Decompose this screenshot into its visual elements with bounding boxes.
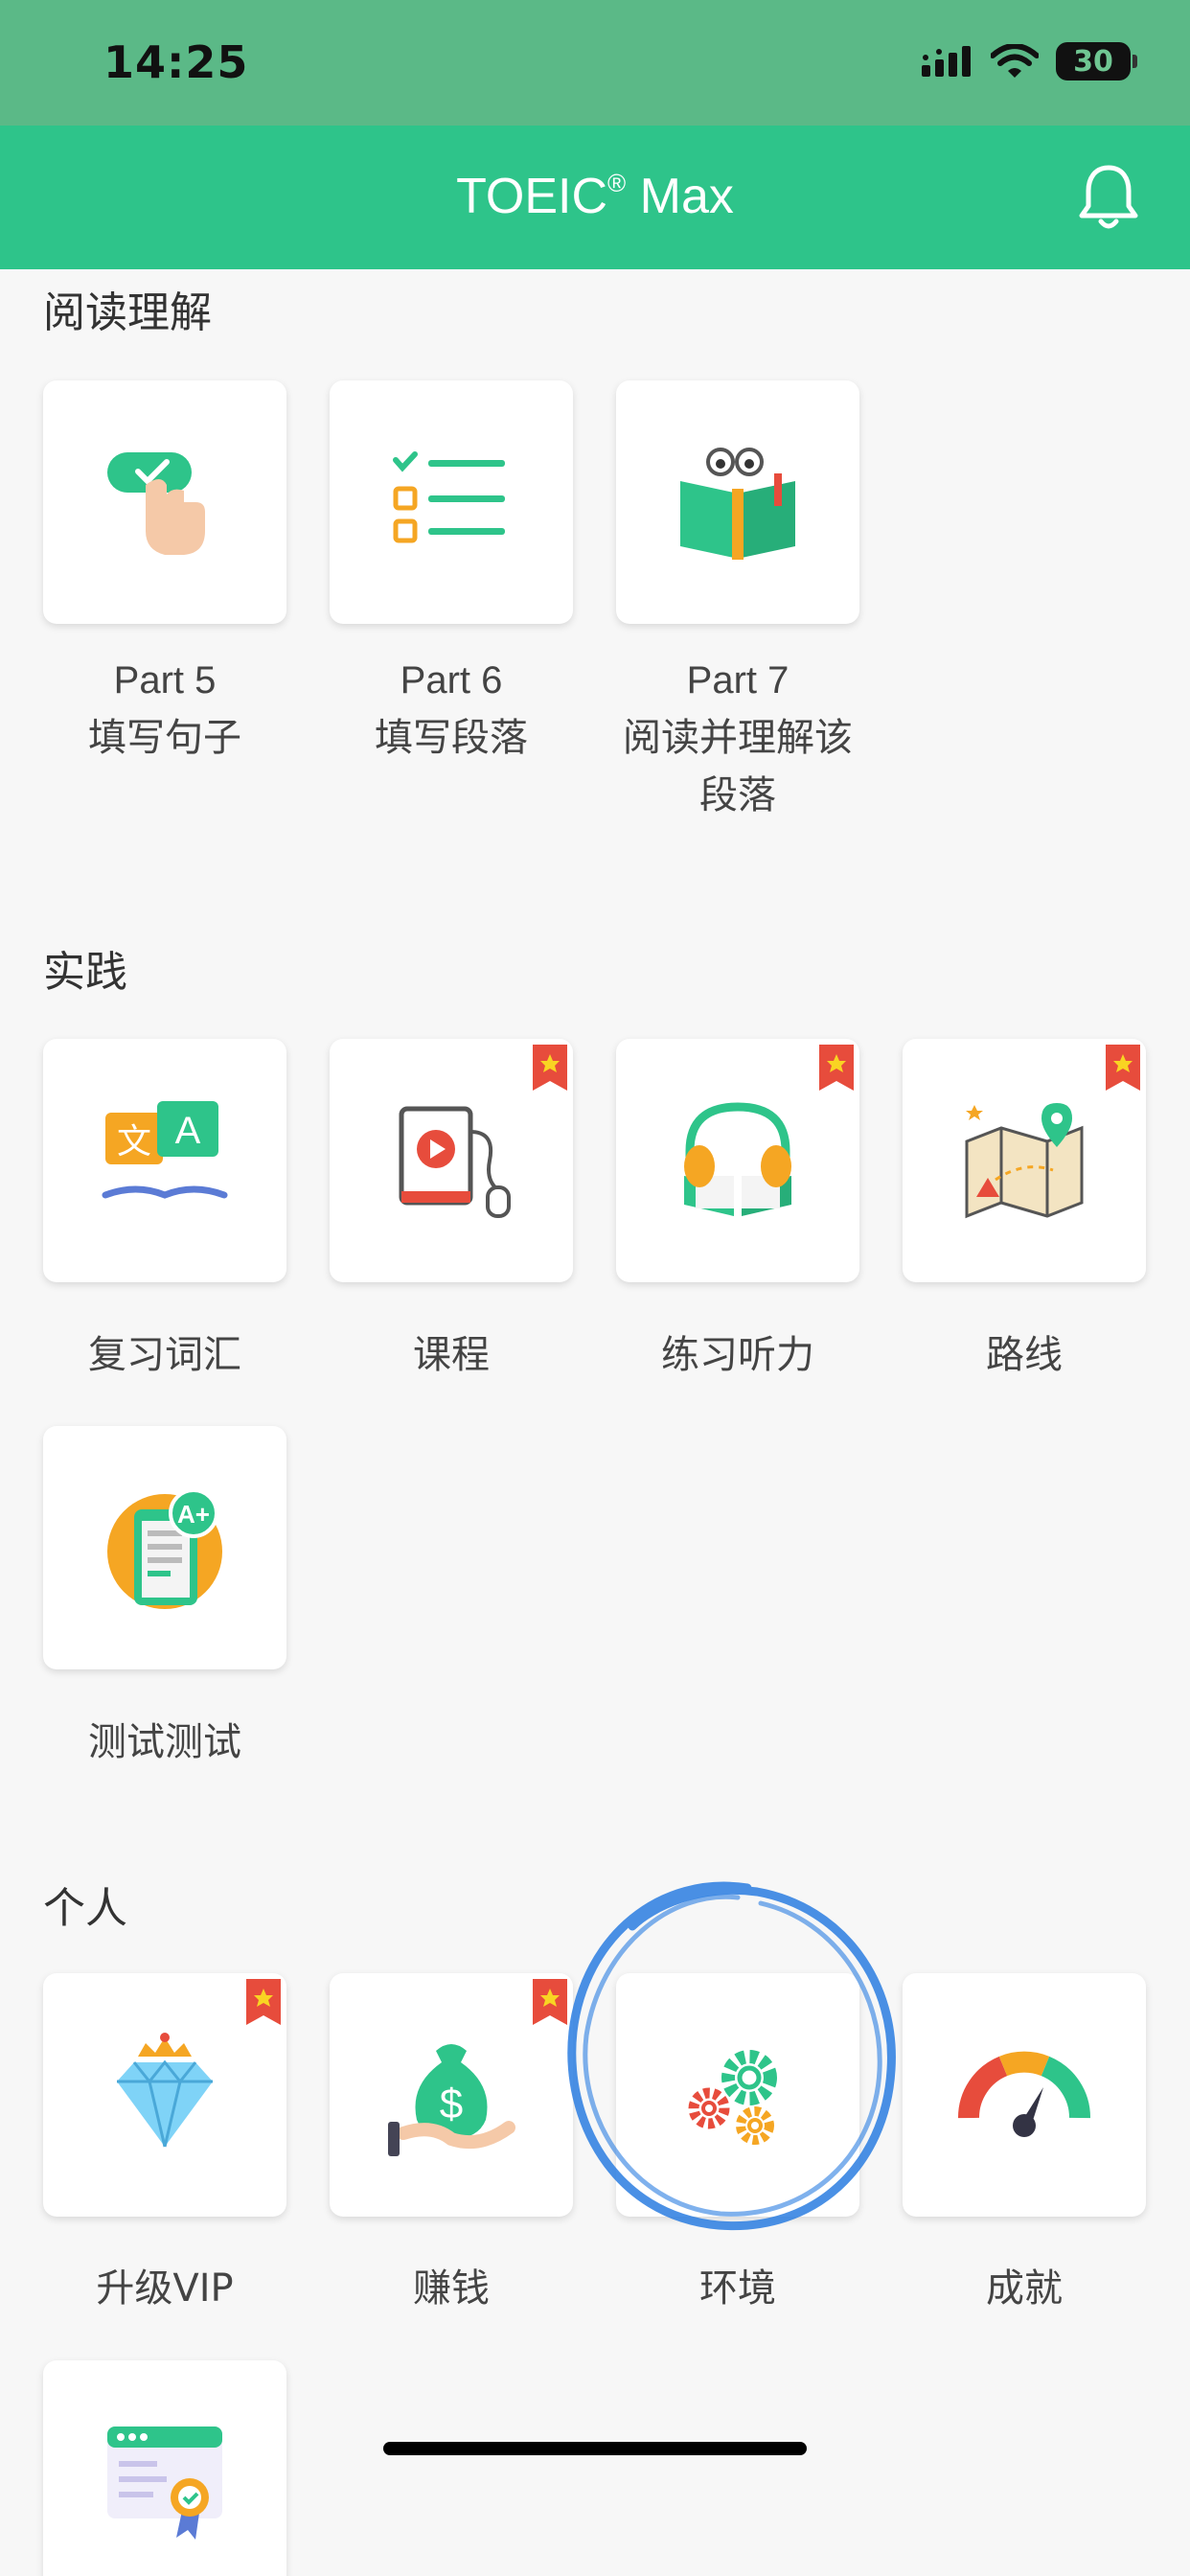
tile-upgrade-vip-label: 升级VIP <box>96 2266 234 2311</box>
signal-icon <box>922 46 971 77</box>
test-grade-icon: A+ <box>107 1488 222 1609</box>
tile-listening[interactable] <box>616 1039 859 1282</box>
tile-listening-label: 练习听力 <box>661 1333 814 1377</box>
svg-text:文: 文 <box>117 1122 151 1162</box>
section-title-practice: 实践 <box>43 948 127 997</box>
tile-part5[interactable] <box>43 380 286 624</box>
svg-text:A: A <box>175 1110 201 1152</box>
premium-ribbon-icon <box>246 1979 281 2025</box>
tile-certificate[interactable] <box>43 2360 286 2576</box>
tile-part7-label: Part 7 阅读并理解该 段落 <box>623 659 853 817</box>
tile-vocab[interactable]: 文 A <box>43 1039 286 1282</box>
tap-check-icon <box>107 452 205 555</box>
tile-route[interactable] <box>903 1039 1146 1282</box>
premium-ribbon-icon <box>533 1979 567 2025</box>
tile-earn-label: 赚钱 <box>413 2266 490 2311</box>
translate-icon: 文 A <box>102 1101 228 1199</box>
battery-level: 30 <box>1073 44 1113 79</box>
battery-icon: 30 <box>1056 42 1137 80</box>
svg-text:A+: A+ <box>177 1500 210 1529</box>
premium-ribbon-icon <box>819 1045 854 1091</box>
book-reading-icon <box>680 448 795 560</box>
diamond-crown-icon <box>117 2033 213 2148</box>
bell-icon[interactable] <box>1075 162 1142 233</box>
gears-icon <box>688 2050 777 2145</box>
tile-vocab-label: 复习词汇 <box>88 1333 241 1377</box>
tile-achievements[interactable] <box>903 1973 1146 2217</box>
headphones-book-icon <box>684 1102 791 1216</box>
wifi-icon <box>991 44 1039 78</box>
premium-ribbon-icon <box>1106 1045 1140 1091</box>
status-time: 14:25 <box>103 36 249 88</box>
tile-route-label: 路线 <box>986 1333 1063 1377</box>
tile-course-label: 课程 <box>413 1333 490 1377</box>
tile-test[interactable]: A+ <box>43 1426 286 1669</box>
gauge-icon <box>957 2051 1091 2137</box>
map-route-icon <box>965 1103 1084 1219</box>
status-icons: 30 <box>922 42 1137 80</box>
money-bag-icon: $ <box>388 2044 515 2156</box>
home-indicator[interactable] <box>383 2442 807 2455</box>
svg-text:$: $ <box>440 2081 463 2128</box>
certificate-icon <box>107 2426 222 2540</box>
tile-part7[interactable] <box>616 380 859 624</box>
tile-part6-label: Part 6 填写段落 <box>375 659 528 760</box>
tile-settings-label: 环境 <box>699 2266 776 2311</box>
tile-test-label: 测试测试 <box>88 1720 241 1764</box>
tile-earn[interactable]: $ <box>330 1973 573 2217</box>
app-title: TOEIC® Max <box>456 168 734 224</box>
tile-settings[interactable] <box>616 1973 859 2217</box>
section-title-personal: 个人 <box>43 1884 127 1933</box>
app-bar: TOEIC® Max <box>0 126 1190 269</box>
tile-achievements-label: 成就 <box>986 2266 1063 2311</box>
status-bar: 14:25 30 <box>0 0 1190 126</box>
premium-ribbon-icon <box>533 1045 567 1091</box>
tile-upgrade-vip[interactable] <box>43 1973 286 2217</box>
tile-part6[interactable] <box>330 380 573 624</box>
video-course-icon <box>399 1106 511 1218</box>
section-title-reading: 阅读理解 <box>43 288 212 337</box>
checklist-icon <box>393 451 505 543</box>
tile-course[interactable] <box>330 1039 573 1282</box>
tile-part5-label: Part 5 填写句子 <box>88 659 241 760</box>
